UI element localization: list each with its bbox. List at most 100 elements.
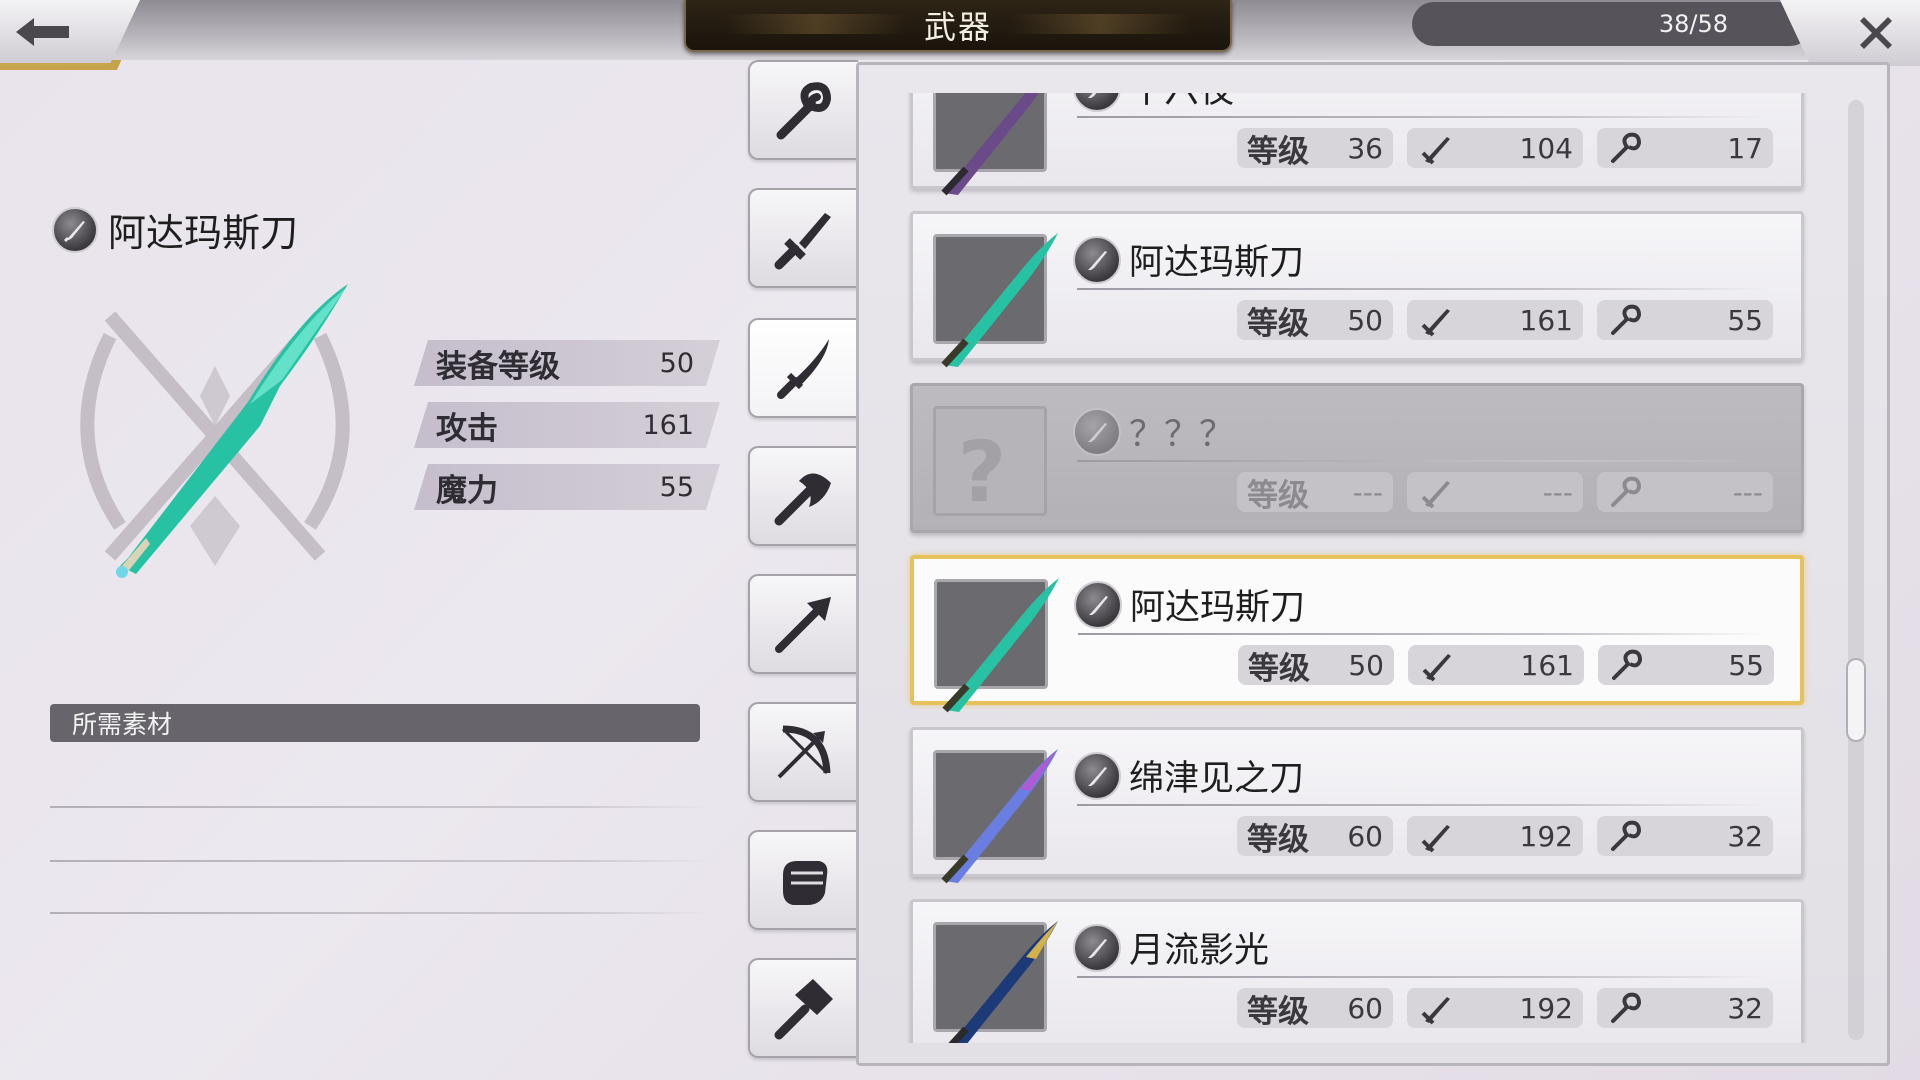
level-stat: 等级 36 bbox=[1237, 128, 1393, 170]
attack-icon bbox=[1421, 825, 1450, 853]
magic-icon bbox=[1611, 304, 1642, 335]
hammer-icon bbox=[774, 979, 833, 1040]
magic-icon bbox=[1611, 132, 1642, 163]
stat-attack: 攻击 161 bbox=[414, 402, 720, 448]
attack-stat: 161 bbox=[1407, 300, 1583, 340]
attack-value: 192 bbox=[1519, 991, 1573, 1025]
tab-katana[interactable] bbox=[748, 318, 862, 418]
magic-icon bbox=[1611, 476, 1642, 507]
weapon-card[interactable]: 阿达玛斯刀 等级 50 161 55 bbox=[910, 211, 1804, 368]
weapon-card-header: 阿达玛斯刀 bbox=[1073, 234, 1304, 285]
list-scrollbar-track[interactable] bbox=[1848, 100, 1864, 1040]
weapon-stats: 等级 60 192 32 bbox=[1237, 816, 1773, 858]
close-icon bbox=[1860, 17, 1892, 49]
tab-hammer[interactable] bbox=[748, 958, 858, 1058]
tab-fist[interactable] bbox=[748, 830, 858, 930]
weapon-card-locked[interactable]: ? ？？？ 等级 --- --- --- bbox=[910, 383, 1804, 533]
attack-stat: 192 bbox=[1407, 988, 1583, 1028]
axe-icon bbox=[774, 473, 831, 526]
weapon-list[interactable]: 十六夜 等级 36 104 17 阿达玛斯刀 等级 50 161 55 ? bbox=[856, 93, 1890, 1043]
material-slot-divider bbox=[50, 860, 710, 862]
tab-staff[interactable] bbox=[748, 60, 858, 160]
material-slot-divider bbox=[50, 806, 710, 808]
level-label: 等级 bbox=[1248, 650, 1310, 687]
weapon-card-header: 十六夜 bbox=[1073, 93, 1234, 113]
question-mark-icon: ? bbox=[958, 423, 1007, 521]
magic-icon bbox=[1612, 649, 1643, 680]
list-scrollbar-thumb[interactable] bbox=[1846, 658, 1866, 742]
attack-stat: 104 bbox=[1407, 128, 1583, 168]
weapon-thumbnail bbox=[934, 578, 1059, 713]
katana-type-badge bbox=[52, 206, 98, 253]
weapon-stats: 等级 50 161 55 bbox=[1238, 645, 1774, 687]
weapon-card-selected[interactable]: 阿达玛斯刀 等级 50 161 55 bbox=[910, 555, 1804, 713]
stat-label: 装备等级 bbox=[436, 348, 560, 385]
katana-icon bbox=[1088, 422, 1107, 442]
level-stat: 等级 --- bbox=[1237, 472, 1393, 514]
level-label: 等级 bbox=[1247, 993, 1309, 1030]
stat-equip-level: 装备等级 50 bbox=[414, 340, 720, 386]
selected-weapon-name: 阿达玛斯刀 bbox=[108, 211, 299, 255]
level-label: 等级 bbox=[1247, 821, 1309, 858]
weapon-thumbnail bbox=[933, 749, 1058, 884]
weapon-stats: 等级 --- --- --- bbox=[1237, 472, 1773, 514]
stat-magic: 魔力 55 bbox=[414, 464, 720, 510]
tab-sword[interactable] bbox=[748, 188, 858, 288]
weapon-counter-text: 38/58 bbox=[1658, 10, 1728, 38]
stat-label: 魔力 bbox=[436, 472, 498, 509]
stat-value: 161 bbox=[642, 409, 694, 441]
attack-stat: 192 bbox=[1407, 816, 1583, 856]
spear-icon bbox=[775, 597, 831, 653]
attack-icon bbox=[1421, 997, 1450, 1025]
weapon-card[interactable]: 十六夜 等级 36 104 17 bbox=[910, 93, 1804, 196]
katana-icon bbox=[1088, 938, 1107, 958]
katana-icon bbox=[1088, 766, 1107, 786]
weapon-card[interactable]: 绵津见之刀 等级 60 192 32 bbox=[910, 727, 1804, 884]
stat-value: 50 bbox=[659, 347, 694, 379]
weapon-name: 月流影光 bbox=[1129, 931, 1270, 971]
magic-stat: 55 bbox=[1598, 645, 1774, 685]
detail-stats: 装备等级 50 攻击 161 魔力 55 bbox=[414, 340, 720, 526]
magic-stat: --- bbox=[1597, 472, 1773, 512]
material-slot-divider bbox=[50, 912, 710, 914]
weapon-name: 阿达玛斯刀 bbox=[1129, 243, 1305, 283]
tab-axe[interactable] bbox=[748, 446, 858, 546]
weapon-thumbnail: ? bbox=[933, 406, 1047, 521]
magic-value: 55 bbox=[1727, 303, 1763, 337]
magic-value: --- bbox=[1732, 475, 1763, 509]
tab-spear[interactable] bbox=[748, 574, 858, 674]
level-value: 36 bbox=[1347, 131, 1383, 165]
magic-stat: 17 bbox=[1597, 128, 1773, 168]
card-divider bbox=[1078, 633, 1768, 635]
magic-value: 55 bbox=[1728, 648, 1764, 682]
stat-value: 55 bbox=[659, 471, 694, 503]
katana-type-badge bbox=[1073, 93, 1121, 112]
attack-value: 104 bbox=[1519, 131, 1573, 165]
fist-icon bbox=[783, 861, 828, 905]
magic-value: 32 bbox=[1727, 819, 1763, 853]
attack-value: 161 bbox=[1520, 648, 1574, 682]
magic-stat: 32 bbox=[1597, 988, 1773, 1028]
level-label: 等级 bbox=[1247, 305, 1309, 342]
weapon-sprite bbox=[941, 233, 1058, 368]
weapon-sprite bbox=[942, 578, 1059, 713]
staff-icon bbox=[776, 82, 832, 140]
katana-type-badge bbox=[1073, 923, 1121, 972]
katana-type-badge bbox=[1073, 407, 1121, 456]
weapon-stats: 等级 36 104 17 bbox=[1237, 128, 1773, 170]
katana-icon bbox=[1088, 93, 1097, 98]
attack-value: 161 bbox=[1519, 303, 1573, 337]
attack-stat: --- bbox=[1407, 472, 1583, 512]
weapon-card[interactable]: 月流影光 等级 60 192 32 bbox=[910, 899, 1804, 1043]
attack-value: 192 bbox=[1519, 819, 1573, 853]
arrow-left-icon bbox=[16, 17, 69, 46]
materials-header: 所需素材 bbox=[50, 704, 700, 742]
card-divider bbox=[1077, 288, 1767, 290]
tab-bow[interactable] bbox=[748, 702, 858, 802]
weapon-name: 绵津见之刀 bbox=[1129, 759, 1305, 799]
attack-icon bbox=[1421, 137, 1450, 165]
attack-icon bbox=[1421, 309, 1450, 337]
level-stat: 等级 50 bbox=[1238, 645, 1394, 687]
magic-icon bbox=[1611, 992, 1642, 1023]
bow-icon bbox=[777, 725, 831, 779]
